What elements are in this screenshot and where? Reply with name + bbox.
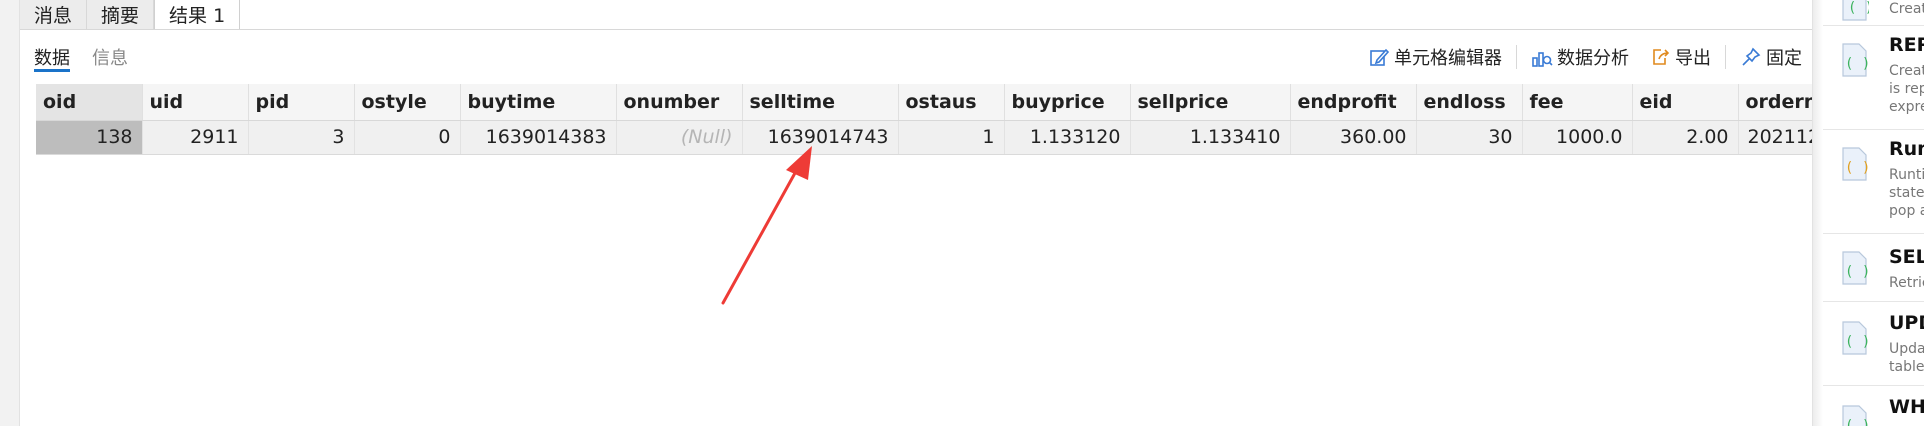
- snippet-icon: ( ): [1842, 147, 1869, 181]
- svg-text:( ): ( ): [1845, 418, 1869, 426]
- data-toolbar: 数据 信息 单元格编辑器 数据分析 导出 固定: [20, 30, 1812, 82]
- cell-pid[interactable]: 3: [248, 120, 355, 155]
- arrow-shaft: [721, 162, 802, 305]
- pin-label: 固定: [1766, 48, 1802, 69]
- snippet-desc: statem: [1889, 185, 1924, 201]
- column-header-orderno[interactable]: orderno: [1738, 84, 1812, 121]
- column-header-endloss[interactable]: endloss: [1416, 84, 1523, 121]
- cell-editor-button[interactable]: 单元格编辑器: [1358, 42, 1512, 72]
- data-analysis-label: 数据分析: [1557, 48, 1629, 69]
- cell-editor-label: 单元格编辑器: [1394, 48, 1502, 69]
- panel-shadow: [1813, 0, 1823, 426]
- column-header-uid[interactable]: uid: [142, 84, 249, 121]
- snippet-title: WHI: [1889, 396, 1924, 418]
- subtab-data[interactable]: 数据: [34, 44, 70, 72]
- cell-oid[interactable]: 138: [36, 120, 143, 155]
- pin-button[interactable]: 固定: [1730, 42, 1812, 72]
- export-button[interactable]: 导出: [1639, 42, 1721, 72]
- snippet-icon: ( ): [1842, 43, 1869, 77]
- column-header-ostyle[interactable]: ostyle: [354, 84, 461, 121]
- cell-uid[interactable]: 2911: [142, 120, 249, 155]
- cell-orderno[interactable]: 2021120: [1738, 120, 1812, 155]
- snippet-icon: ( ): [1842, 0, 1869, 21]
- cell-fee[interactable]: 1000.0: [1522, 120, 1633, 155]
- snippet-desc: is repe: [1889, 81, 1924, 97]
- edit-icon: [1370, 48, 1390, 66]
- export-icon: [1653, 49, 1670, 65]
- snippet-title: SELE: [1889, 246, 1924, 268]
- tab-summary[interactable]: 摘要: [87, 0, 155, 30]
- snippet-item-update[interactable]: ( ) UPDA Update table w: [1823, 302, 1924, 386]
- snippet-item-repeat[interactable]: ( ) REPE Create is repe express: [1823, 26, 1924, 130]
- snippet-desc: Create: [1889, 1, 1924, 17]
- column-header-fee[interactable]: fee: [1522, 84, 1633, 121]
- column-header-ostaus[interactable]: ostaus: [898, 84, 1005, 121]
- snippet-icon: ( ): [1842, 405, 1869, 426]
- cell-sellprice[interactable]: 1.133410: [1130, 120, 1291, 155]
- column-header-onumber[interactable]: onumber: [616, 84, 743, 121]
- result-tabs: 消息 摘要 结果 1: [20, 0, 241, 30]
- cell-ostaus[interactable]: 1: [898, 120, 1005, 155]
- svg-text:( ): ( ): [1845, 264, 1869, 280]
- column-header-buytime[interactable]: buytime: [460, 84, 617, 121]
- column-header-endprofit[interactable]: endprofit: [1290, 84, 1417, 121]
- tab-messages[interactable]: 消息: [20, 0, 88, 30]
- svg-text:( ): ( ): [1848, 0, 1869, 16]
- snippet-desc: table w: [1889, 359, 1924, 375]
- cell-eid[interactable]: 2.00: [1632, 120, 1739, 155]
- svg-text:( ): ( ): [1845, 56, 1869, 72]
- snippet-icon: ( ): [1842, 321, 1869, 355]
- toolbar-actions: 单元格编辑器 数据分析 导出 固定: [1358, 42, 1812, 72]
- snippet-panel: ( ) Create ( ) REPE Create is repe expre…: [1812, 0, 1924, 426]
- toolbar-separator: [1725, 45, 1726, 69]
- tab-result-1[interactable]: 结果 1: [154, 0, 241, 30]
- arrow-head: [786, 146, 812, 180]
- toolbar-separator: [1516, 45, 1517, 69]
- table-row[interactable]: 138 2911 3 0 1639014383 (Null) 163901474…: [36, 120, 1812, 155]
- snippet-icon: ( ): [1842, 251, 1869, 285]
- pin-icon: [1742, 47, 1761, 66]
- snippet-item-select[interactable]: ( ) SELE Retriev: [1823, 234, 1924, 302]
- column-header-selltime[interactable]: selltime: [742, 84, 899, 121]
- export-label: 导出: [1675, 48, 1711, 69]
- table-header-row: oid uid pid ostyle buytime onumber sellt…: [36, 84, 1812, 121]
- result-table: oid uid pid ostyle buytime onumber sellt…: [36, 84, 1812, 155]
- snippet-desc: Create: [1889, 63, 1924, 79]
- snippet-desc: express: [1889, 99, 1924, 115]
- cell-buyprice[interactable]: 1.133120: [1004, 120, 1131, 155]
- svg-text:( ): ( ): [1845, 334, 1869, 350]
- snippet-item-while[interactable]: ( ) WHI: [1823, 386, 1924, 426]
- cell-endloss[interactable]: 30: [1416, 120, 1523, 155]
- snippet-title: Runt: [1889, 138, 1924, 160]
- snippet-title: UPDA: [1889, 312, 1924, 334]
- column-header-eid[interactable]: eid: [1632, 84, 1739, 121]
- snippet-desc: Retriev: [1889, 275, 1924, 291]
- snippet-title: REPE: [1889, 34, 1924, 56]
- data-analysis-button[interactable]: 数据分析: [1521, 42, 1639, 72]
- cell-buytime[interactable]: 1639014383: [460, 120, 617, 155]
- column-header-sellprice[interactable]: sellprice: [1130, 84, 1291, 121]
- subtab-info[interactable]: 信息: [92, 44, 128, 72]
- snippet-item-runtime[interactable]: ( ) Runt Runtim statem pop a c: [1823, 130, 1924, 234]
- svg-text:( ): ( ): [1845, 160, 1869, 176]
- cell-ostyle[interactable]: 0: [354, 120, 461, 155]
- column-header-pid[interactable]: pid: [248, 84, 355, 121]
- snippet-desc: Runtim: [1889, 167, 1924, 183]
- column-header-oid[interactable]: oid: [36, 84, 143, 121]
- left-gutter: [0, 0, 20, 426]
- column-header-buyprice[interactable]: buyprice: [1004, 84, 1131, 121]
- cell-endprofit[interactable]: 360.00: [1290, 120, 1417, 155]
- analysis-icon: [1532, 52, 1553, 67]
- data-grid: oid uid pid ostyle buytime onumber sellt…: [36, 84, 1812, 155]
- snippet-item[interactable]: ( ) Create: [1823, 0, 1924, 26]
- annotation-arrow: [721, 146, 812, 305]
- snippet-desc: pop a c: [1889, 203, 1924, 219]
- snippet-desc: Update: [1889, 341, 1924, 357]
